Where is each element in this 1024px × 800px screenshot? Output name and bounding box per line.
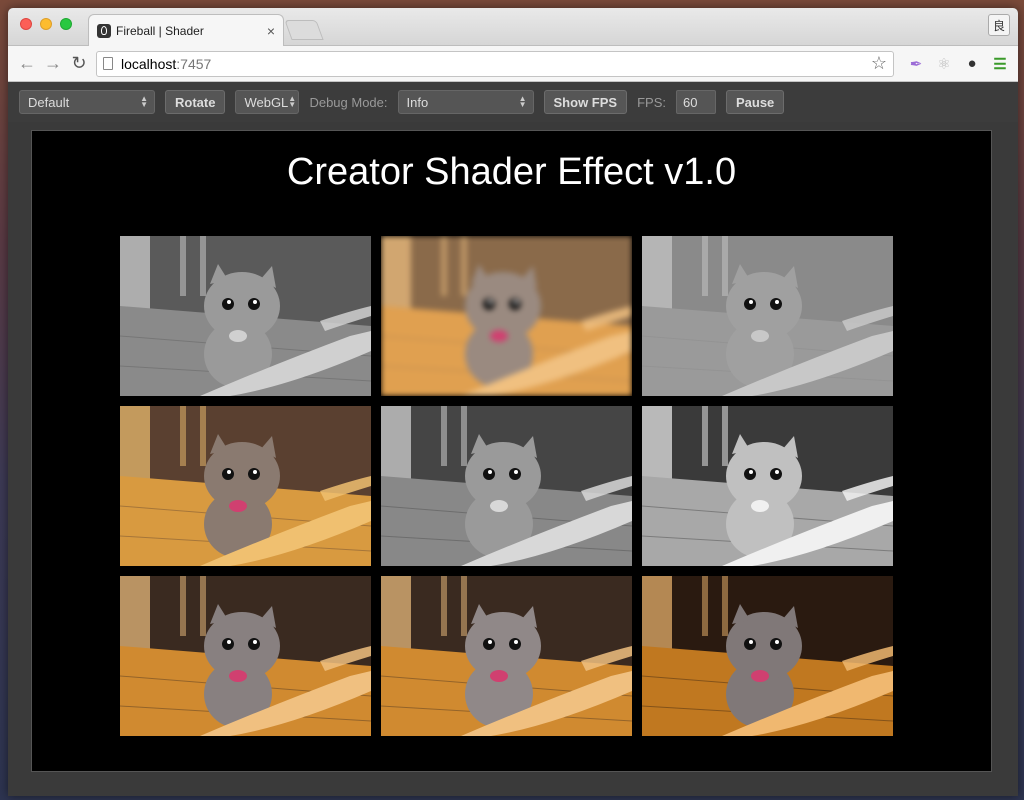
kitten-shader-tile-emboss <box>642 236 893 396</box>
select-arrows-icon: ▲ ▼ <box>518 94 527 109</box>
kitten-shader-tile-normal <box>381 576 632 736</box>
browser-tab[interactable]: Fireball | Shader × <box>88 14 284 46</box>
app-toolbar: Default ▲ ▼ Rotate WebGL ▲ ▼ Debug Mode: I… <box>8 82 1018 122</box>
evernote-extension-icon[interactable]: ● <box>960 52 984 76</box>
new-tab-button[interactable] <box>284 20 324 40</box>
maximize-window-button[interactable] <box>60 18 72 30</box>
pause-button[interactable]: Pause <box>725 90 785 114</box>
content-area: Creator Shader Effect v1.0 <box>8 122 1018 796</box>
kitten-shader-tile-blur <box>381 236 632 396</box>
fps-label: FPS: <box>637 94 666 110</box>
fireball-favicon-icon <box>97 23 111 38</box>
debug-mode-select-value: Info <box>406 94 429 110</box>
kitten-shader-tile-grayscale <box>381 406 632 566</box>
minimize-window-button[interactable] <box>40 18 52 30</box>
tab-title: Fireball | Shader <box>116 23 204 38</box>
page-icon <box>103 57 113 70</box>
browser-window: Fireball | Shader × 良 ← → ↻ localhost:74… <box>8 8 1018 796</box>
forward-arrow-icon[interactable]: → <box>40 51 66 77</box>
show-fps-button[interactable]: Show FPS <box>543 90 628 114</box>
url-host: localhost <box>121 55 177 72</box>
renderer-select-value: WebGL <box>244 94 289 110</box>
kitten-shader-tile-normal <box>120 576 371 736</box>
game-canvas[interactable]: Creator Shader Effect v1.0 <box>31 130 992 772</box>
back-arrow-icon[interactable]: ← <box>14 51 40 77</box>
browser-toolbar: ← → ↻ localhost:7457 ☆ ✒ ⚛ ● ☰ <box>8 46 1018 82</box>
title-bar: Fireball | Shader × 良 <box>8 8 1018 46</box>
tab-close-icon[interactable]: × <box>267 23 275 39</box>
feather-extension-icon[interactable]: ✒ <box>904 52 928 76</box>
scene-select-value: Default <box>28 94 70 110</box>
reload-icon[interactable]: ↻ <box>66 51 92 77</box>
kitten-shader-tile-high-contrast <box>642 406 893 566</box>
url-port: :7457 <box>176 55 212 72</box>
fps-input[interactable]: 60 <box>675 90 716 114</box>
debug-mode-label: Debug Mode: <box>309 94 388 110</box>
bookmark-star-icon[interactable]: ☆ <box>871 53 887 74</box>
menu-icon[interactable]: ☰ <box>988 52 1012 76</box>
renderer-select[interactable]: WebGL ▲ ▼ <box>235 90 300 114</box>
select-arrows-icon: ▲ ▼ <box>288 94 297 109</box>
kitten-shader-tile-grayscale <box>120 236 371 396</box>
kitten-shader-tile-normal <box>642 576 893 736</box>
address-bar[interactable]: localhost:7457 ☆ <box>96 50 894 77</box>
scene-select[interactable]: Default ▲ ▼ <box>19 90 155 114</box>
debug-mode-select[interactable]: Info ▲ ▼ <box>397 90 534 114</box>
kitten-shader-tile-mosaic <box>120 406 371 566</box>
profile-button[interactable]: 良 <box>988 14 1010 36</box>
select-arrows-icon: ▲ ▼ <box>140 94 148 109</box>
close-window-button[interactable] <box>20 18 32 30</box>
rotate-button[interactable]: Rotate <box>165 90 226 114</box>
demo-title: Creator Shader Effect v1.0 <box>286 151 737 193</box>
react-extension-icon[interactable]: ⚛ <box>932 52 956 76</box>
